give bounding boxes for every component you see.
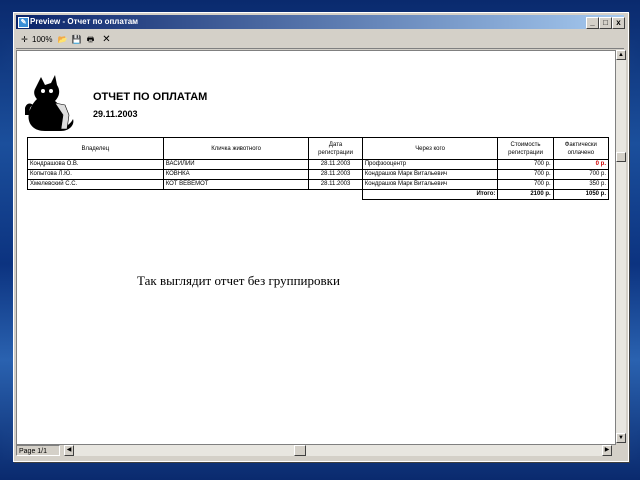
column-header: Кличка животного [162,137,310,160]
paid-cell: 700 р. [552,169,610,180]
scroll-up-icon[interactable]: ▲ [616,50,626,60]
column-header: Фактически оплачено [552,137,610,160]
page-indicator: Page 1/1 [16,445,60,456]
total-label: Итого: [361,189,499,200]
table-row: Кондрашова О.В. ВАСИЛИЙ 28.11.2003 Профз… [27,159,610,170]
scroll-down-icon[interactable]: ▼ [616,433,626,443]
scroll-right-icon[interactable]: ▶ [602,445,612,456]
paid-cell: 0 р. [552,159,610,170]
vertical-scrollbar[interactable]: ▲ ▼ [616,50,626,443]
column-header: Стоимость регистрации [497,137,554,160]
horizontal-scrollbar[interactable]: ◀ ▶ [64,445,612,456]
total-row: Итого: 2100 р. 1050 р. [27,189,610,200]
minimize-button[interactable]: _ [586,17,599,29]
cost-cell: 700 р. [497,179,554,190]
total-cost: 2100 р. [497,189,554,200]
open-icon[interactable]: 📂 [56,33,69,46]
via-cell: Кондрашов Марк Витальевич [361,179,499,190]
scroll-left-icon[interactable]: ◀ [64,445,74,456]
title-bar[interactable]: ✎ Preview - Отчет по оплатам _ □ x [16,15,625,29]
total-paid: 1050 р. [552,189,610,200]
column-header: Через кого [361,137,499,160]
paid-cell: 350 р. [552,179,610,190]
black-cat-logo [25,75,74,131]
date-cell: 28.11.2003 [308,179,363,190]
status-bar: Page 1/1 ◀ ▶ [16,445,624,457]
report-preview: ОТЧЕТ ПО ОПЛАТАМ 29.11.2003 Владелец Кли… [16,50,616,445]
via-cell: Профзооцентр [361,159,499,170]
print-icon[interactable]: 🖶 [84,33,97,46]
date-cell: 28.11.2003 [308,159,363,170]
close-window-button[interactable]: x [612,17,625,29]
table-header-row: Владелец Кличка животного Дата регистрац… [27,137,610,160]
owner-cell: Хмелевский С.С. [27,179,164,190]
fit-icon[interactable]: ✛ [18,33,31,46]
column-header: Дата регистрации [308,137,363,160]
via-cell: Кондрашов Марк Витальевич [361,169,499,180]
scroll-thumb[interactable] [294,445,306,456]
payments-table: Владелец Кличка животного Дата регистрац… [27,137,610,200]
total-spacer [27,189,363,200]
maximize-button[interactable]: □ [599,17,612,29]
close-icon[interactable]: ✕ [100,33,113,46]
table-row: Хмелевский С.С. КОТ ВЕВЕМОТ 28.11.2003 К… [27,179,610,190]
report-title: ОТЧЕТ ПО ОПЛАТАМ [93,91,208,103]
date-cell: 28.11.2003 [308,169,363,180]
table-row: Копытова Л.Ю. КОВНКА 28.11.2003 Кондрашо… [27,169,610,180]
preview-window: ✎ Preview - Отчет по оплатам _ □ x ✛ 100… [13,12,629,462]
report-icon: ✎ [18,17,29,28]
pet-name-cell: КОВНКА [162,169,310,180]
report-date: 29.11.2003 [93,109,138,119]
pet-name-cell: КОТ ВЕВЕМОТ [162,179,310,190]
cost-cell: 700 р. [497,169,554,180]
window-title: Preview - Отчет по оплатам [30,17,139,26]
owner-cell: Кондрашова О.В. [27,159,164,170]
pet-name-cell: ВАСИЛИЙ [162,159,310,170]
cost-cell: 700 р. [497,159,554,170]
save-icon[interactable]: 💾 [70,33,83,46]
slide-caption: Так выглядит отчет без группировки [137,273,340,288]
scroll-thumb[interactable] [616,152,626,162]
owner-cell: Копытова Л.Ю. [27,169,164,180]
toolbar: ✛ 100% 📂 💾 🖶 ✕ [16,31,624,49]
column-header: Владелец [27,137,164,160]
zoom-level[interactable]: 100% [32,33,52,46]
